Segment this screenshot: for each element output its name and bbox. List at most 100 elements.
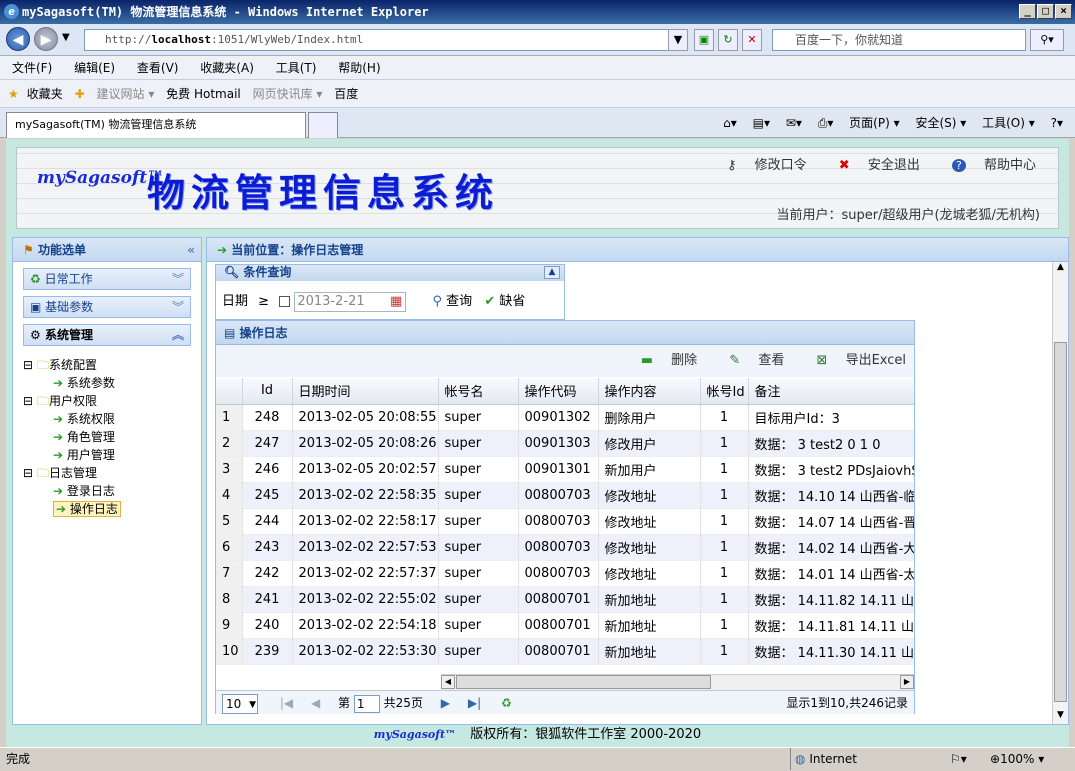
scroll-down-icon[interactable]: ▼ <box>1053 710 1068 724</box>
col-note[interactable]: 备注 <box>748 378 914 405</box>
table-row[interactable]: 9 240 2013-02-02 22:54:18 super 00800701 新加地址… <box>216 612 914 639</box>
horizontal-scrollbar[interactable]: ◀ ▶ <box>441 674 914 690</box>
menu-tools[interactable]: 工具(T) <box>276 61 317 75</box>
tree-node-perm-sys[interactable]: ➔ 系统权限 <box>23 410 201 428</box>
collapse-query-icon[interactable]: ▲ <box>544 266 560 279</box>
col-account[interactable]: 帐号名 <box>438 378 519 405</box>
accordion-basic-params[interactable]: ▣ 基础参数 ︾ <box>23 296 191 318</box>
col-id[interactable]: Id <box>242 378 293 405</box>
maximize-button[interactable]: □ <box>1037 4 1054 19</box>
col-datetime[interactable]: 日期时间 <box>292 378 439 405</box>
tree-node-log[interactable]: ⊟ 🗀日志管理 <box>23 464 201 482</box>
menu-file[interactable]: 文件(F) <box>12 61 52 75</box>
fav-webslice[interactable]: 网页快讯库 ▾ <box>253 87 323 101</box>
col-opcode[interactable]: 操作代码 <box>518 378 599 405</box>
page-menu[interactable]: 页面(P) ▾ <box>849 116 899 130</box>
col-accountid[interactable]: 帐号Id <box>700 378 749 405</box>
table-row[interactable]: 10 239 2013-02-02 22:53:30 super 00800701 新加地… <box>216 638 914 665</box>
search-input[interactable]: 百度一下，你就知道 <box>772 29 1026 51</box>
accordion-system-admin[interactable]: ⚙ 系统管理 ︽ <box>23 324 191 346</box>
forward-icon[interactable]: ▶ <box>34 27 58 51</box>
scroll-up-icon[interactable]: ▲ <box>1053 262 1068 276</box>
menu-help[interactable]: 帮助(H) <box>338 61 380 75</box>
col-opcontent[interactable]: 操作内容 <box>598 378 701 405</box>
scroll-left-icon[interactable]: ◀ <box>441 675 455 689</box>
feeds-icon[interactable]: ▤▾ <box>753 116 770 130</box>
help-icon[interactable]: ?▾ <box>1051 116 1063 130</box>
delete-button[interactable]: ▬ 删除 <box>627 353 697 368</box>
refresh-icon[interactable]: ♻ <box>501 696 512 710</box>
favorites-button[interactable]: 收藏夹 <box>27 87 63 101</box>
page-input[interactable]: 1 <box>353 694 380 713</box>
table-row[interactable]: 7 242 2013-02-02 22:57:37 super 00800703 修改地址… <box>216 560 914 587</box>
tab-current[interactable]: mySagasoft(TM) 物流管理信息系统 <box>6 112 306 138</box>
tree-node-config[interactable]: ⊟ 🗀系统配置 <box>23 356 201 374</box>
menu-favorites[interactable]: 收藏夹(A) <box>200 61 254 75</box>
close-button[interactable]: × <box>1055 4 1072 19</box>
export-excel-button[interactable]: ⊠ 导出Excel <box>803 353 906 368</box>
change-password-link[interactable]: ⚷ 修改口令 <box>713 158 807 173</box>
accordion-daily-work[interactable]: ♻ 日常工作 ︾ <box>23 268 191 290</box>
zoom-control[interactable]: ⊕100% ▾ <box>990 748 1044 770</box>
tree-collapse-icon[interactable]: ⊟ <box>23 356 33 374</box>
scroll-thumb[interactable] <box>456 675 711 689</box>
chevron-down-icon: ︾ <box>171 272 184 286</box>
new-tab-button[interactable] <box>308 112 338 138</box>
search-icon[interactable]: ⚲▾ <box>1030 29 1064 51</box>
safety-menu[interactable]: 安全(S) ▾ <box>915 116 966 130</box>
protected-mode-icon[interactable]: ⚐▾ <box>950 748 967 770</box>
calendar-icon[interactable]: ▦ <box>390 293 402 311</box>
date-input[interactable]: 2013-2-21 ▦ <box>294 291 407 312</box>
scroll-right-icon[interactable]: ▶ <box>900 675 914 689</box>
page-size-select[interactable]: 10 ▼ <box>222 693 258 714</box>
date-enable-checkbox[interactable] <box>279 296 291 307</box>
table-row[interactable]: 6 243 2013-02-02 22:57:53 super 00800703 修改地址… <box>216 534 914 561</box>
menu-edit[interactable]: 编辑(E) <box>74 61 115 75</box>
tree-node-perm[interactable]: ⊟ 🗀用户权限 <box>23 392 201 410</box>
table-row[interactable]: 2 247 2013-02-05 20:08:26 super 00901303 修改用户… <box>216 430 914 457</box>
scroll-thumb[interactable] <box>1054 342 1067 702</box>
logout-link[interactable]: ✖ 安全退出 <box>825 158 920 173</box>
print-icon[interactable]: ⎙▾ <box>818 116 834 130</box>
default-button[interactable]: ✔ 缺省 <box>484 294 525 309</box>
stop-icon[interactable]: ✕ <box>742 29 762 51</box>
table-row[interactable]: 8 241 2013-02-02 22:55:02 super 00800701 新加地址… <box>216 586 914 613</box>
fav-suggested[interactable]: 建议网站 ▾ <box>97 87 155 101</box>
export-label: 导出Excel <box>845 353 906 368</box>
refresh-icon[interactable]: ↻ <box>718 29 738 51</box>
history-dropdown-icon[interactable]: ▼ <box>62 32 70 43</box>
prev-page-icon[interactable]: ◀ <box>311 696 320 710</box>
compat-icon[interactable]: ▣ <box>694 29 714 51</box>
tree-collapse-icon[interactable]: ⊟ <box>23 464 33 482</box>
last-page-icon[interactable]: ▶| <box>468 696 481 710</box>
tree-node-perm-role[interactable]: ➔ 角色管理 <box>23 428 201 446</box>
tree-node-config-params[interactable]: ➔ 系统参数 <box>23 374 201 392</box>
mail-icon[interactable]: ✉▾ <box>786 116 802 130</box>
add-favorite-icon[interactable]: ✚ <box>75 87 85 101</box>
help-link[interactable]: ? 帮助中心 <box>938 158 1036 173</box>
table-row[interactable]: 5 244 2013-02-02 22:58:17 super 00800703 修改地址… <box>216 508 914 535</box>
url-field[interactable]: http://localhost:1051/WlyWeb/Index.html <box>84 29 686 51</box>
fav-baidu[interactable]: 百度 <box>334 87 358 101</box>
fav-hotmail[interactable]: 免费 Hotmail <box>166 87 241 101</box>
view-button[interactable]: ✎ 查看 <box>715 353 784 368</box>
back-icon[interactable]: ◀ <box>6 27 30 51</box>
cell-note: 数据： 3 test2 PDsJaiovhS <box>748 456 914 483</box>
collapse-panel-icon[interactable]: « <box>187 238 195 262</box>
tree-node-log-login[interactable]: ➔ 登录日志 <box>23 482 201 500</box>
next-page-icon[interactable]: ▶ <box>441 696 450 710</box>
minimize-button[interactable]: _ <box>1019 4 1036 19</box>
menu-view[interactable]: 查看(V) <box>137 61 179 75</box>
search-button[interactable]: ⚲ 查询 <box>432 294 472 309</box>
tree-collapse-icon[interactable]: ⊟ <box>23 392 33 410</box>
table-row[interactable]: 4 245 2013-02-02 22:58:35 super 00800703 修改地址… <box>216 482 914 509</box>
url-dropdown-icon[interactable]: ▼ <box>668 29 688 51</box>
tree-node-perm-user[interactable]: ➔ 用户管理 <box>23 446 201 464</box>
table-row[interactable]: 1 248 2013-02-05 20:08:55 super 00901302 删除用户… <box>216 404 914 431</box>
home-icon[interactable]: ⌂▾ <box>723 116 737 130</box>
tools-menu[interactable]: 工具(O) ▾ <box>982 116 1035 130</box>
first-page-icon[interactable]: |◀ <box>280 696 293 710</box>
tree-node-log-op[interactable]: ➔ 操作日志 <box>23 500 201 518</box>
table-row[interactable]: 3 246 2013-02-05 20:02:57 super 00901301 新加用户… <box>216 456 914 483</box>
vertical-scrollbar[interactable]: ▲ ▼ <box>1052 262 1068 724</box>
